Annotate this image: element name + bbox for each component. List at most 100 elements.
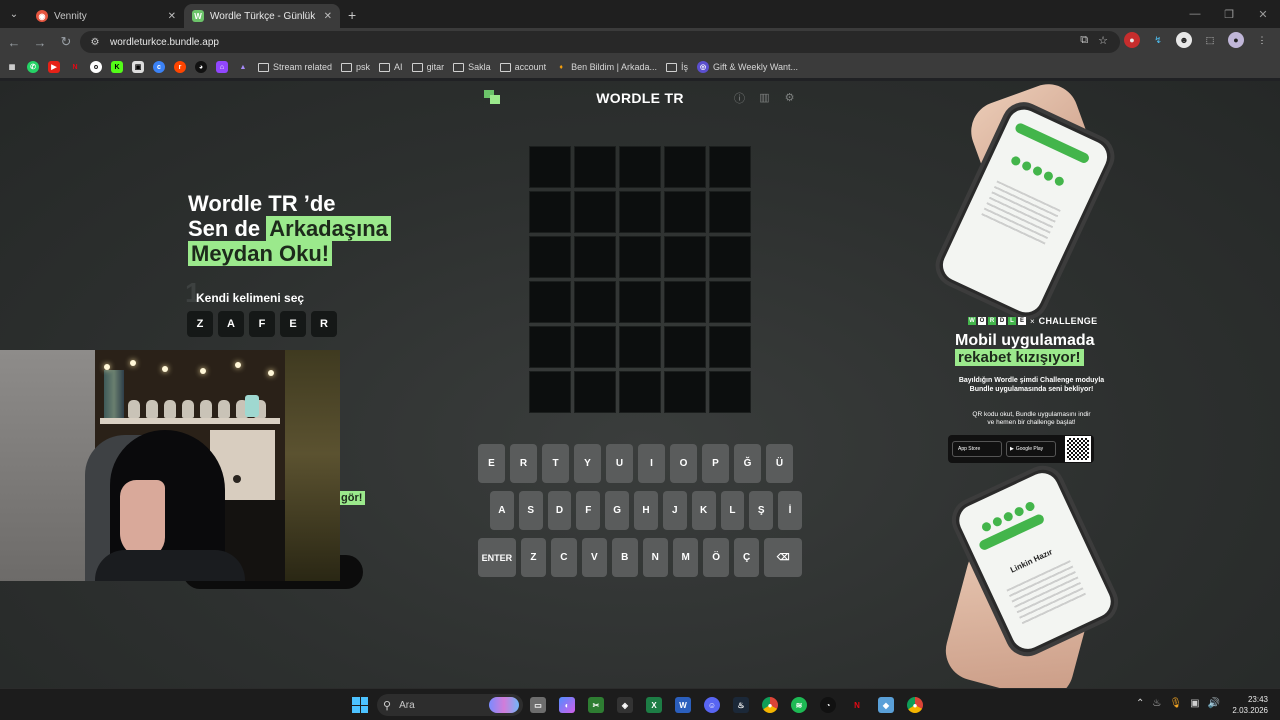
- letter-key[interactable]: M: [672, 538, 699, 577]
- netflix-bookmark-icon[interactable]: N: [69, 61, 81, 73]
- excel-icon[interactable]: X: [646, 697, 662, 713]
- bookmark-folder[interactable]: gitar: [411, 62, 444, 72]
- letter-key[interactable]: Ö: [703, 538, 729, 577]
- profile-avatar[interactable]: ●: [1228, 32, 1244, 48]
- twitch-icon[interactable]: ⌂: [216, 61, 228, 73]
- back-icon[interactable]: ←: [2, 30, 26, 54]
- close-tab-icon[interactable]: ✕: [324, 11, 332, 22]
- info-icon[interactable]: ⓘ: [733, 91, 746, 105]
- bookmark-icon[interactable]: o: [90, 61, 102, 73]
- chrome-active-icon[interactable]: ●: [907, 697, 923, 713]
- youtube-icon[interactable]: ▶: [48, 61, 60, 73]
- letter-key[interactable]: G: [605, 491, 630, 530]
- bookmark-folder[interactable]: Stream related: [258, 62, 332, 72]
- extension-translate-icon[interactable]: ↯: [1150, 32, 1166, 48]
- close-window-icon[interactable]: ✕: [1246, 0, 1280, 28]
- app-store-button[interactable]: App Store: [952, 441, 1002, 457]
- address-bar[interactable]: ⚙ wordleturkce.bundle.app ⧉ ☆: [80, 31, 1120, 53]
- letter-key[interactable]: P: [702, 444, 729, 483]
- steam-tray-icon[interactable]: ♨: [1152, 698, 1161, 709]
- reload-icon[interactable]: ↻: [54, 30, 78, 54]
- volume-icon[interactable]: 🔊: [1208, 698, 1220, 709]
- restore-icon[interactable]: ❐: [1212, 0, 1246, 28]
- letter-key[interactable]: D: [547, 491, 572, 530]
- settings-gear-icon[interactable]: ⚙: [783, 91, 796, 104]
- tab-search-button[interactable]: ⌄: [4, 4, 24, 24]
- letter-key[interactable]: S: [518, 491, 543, 530]
- extension-profile-icon[interactable]: ☻: [1176, 32, 1192, 48]
- speedtest-icon[interactable]: ◔: [820, 697, 836, 713]
- letter-key[interactable]: İ: [778, 491, 802, 530]
- davinci-icon[interactable]: ◈: [617, 697, 633, 713]
- bookmark-link[interactable]: ♦ Ben Bildim | Arkada...: [555, 61, 657, 73]
- task-view-icon[interactable]: ▭: [530, 697, 546, 713]
- close-tab-icon[interactable]: ✕: [168, 11, 176, 22]
- discord-icon[interactable]: ☺: [704, 697, 720, 713]
- bookmark-icon[interactable]: ▣: [132, 61, 144, 73]
- install-app-icon[interactable]: ⧉: [1080, 34, 1088, 47]
- letter-key[interactable]: J: [662, 491, 687, 530]
- github-icon[interactable]: ◕: [195, 61, 207, 73]
- letter-key[interactable]: Ü: [766, 444, 793, 483]
- letter-key[interactable]: Ç: [733, 538, 760, 577]
- snip-tool-icon[interactable]: ✂: [588, 697, 604, 713]
- letter-key[interactable]: Ğ: [734, 444, 761, 483]
- copilot-icon[interactable]: ◐: [559, 697, 575, 713]
- bookmark-folder[interactable]: Sakla: [453, 62, 491, 72]
- display-icon[interactable]: ▣: [1190, 698, 1199, 709]
- bookmark-link[interactable]: ◎ Gift & Weekly Want...: [697, 61, 798, 73]
- forward-icon[interactable]: →: [28, 30, 52, 54]
- minimize-icon[interactable]: —: [1178, 0, 1212, 28]
- letter-key[interactable]: Ş: [749, 491, 774, 530]
- app-icon[interactable]: ◆: [878, 697, 894, 713]
- tab-wordle[interactable]: W Wordle Türkçe - Günlük Kelime ✕: [184, 4, 340, 28]
- whatsapp-icon[interactable]: ✆: [27, 61, 39, 73]
- microphone-icon[interactable]: 🎙: [1169, 698, 1182, 709]
- netflix-icon[interactable]: N: [849, 697, 865, 713]
- reddit-icon[interactable]: r: [174, 61, 186, 73]
- backspace-key[interactable]: ⌫: [764, 538, 803, 577]
- taskbar-search[interactable]: ⚲ Ara: [377, 694, 523, 716]
- bookmark-icon[interactable]: ▲: [237, 61, 249, 73]
- enter-key[interactable]: ENTER: [478, 538, 516, 577]
- tab-vennity[interactable]: ◉ Vennity ✕: [28, 4, 184, 28]
- letter-key[interactable]: Z: [520, 538, 547, 577]
- kick-icon[interactable]: K: [111, 61, 123, 73]
- extension-red-icon[interactable]: ●: [1124, 32, 1140, 48]
- bookmark-folder[interactable]: İş: [666, 62, 688, 72]
- bookmark-icon[interactable]: c: [153, 61, 165, 73]
- letter-key[interactable]: K: [691, 491, 716, 530]
- letter-key[interactable]: U: [606, 444, 633, 483]
- extensions-puzzle-icon[interactable]: ⬚: [1202, 32, 1218, 48]
- bookmark-folder[interactable]: psk: [341, 62, 370, 72]
- letter-key[interactable]: Y: [574, 444, 601, 483]
- google-play-button[interactable]: ▶ Google Play: [1006, 441, 1056, 457]
- letter-key[interactable]: H: [634, 491, 658, 530]
- system-clock[interactable]: 23:43 2.03.2026: [1232, 694, 1268, 716]
- letter-key[interactable]: E: [478, 444, 505, 483]
- stats-icon[interactable]: ▥: [758, 91, 771, 104]
- letter-key[interactable]: O: [670, 444, 697, 483]
- steam-icon[interactable]: ♨: [733, 697, 749, 713]
- chevron-up-icon[interactable]: ⌃: [1136, 698, 1144, 709]
- bookmark-star-icon[interactable]: ☆: [1098, 34, 1108, 47]
- bookmark-folder[interactable]: AI: [379, 62, 403, 72]
- new-tab-button[interactable]: +: [348, 7, 356, 23]
- letter-key[interactable]: R: [510, 444, 537, 483]
- site-info-icon[interactable]: ⚙: [88, 35, 102, 49]
- letter-key[interactable]: V: [581, 538, 608, 577]
- letter-key[interactable]: I: [638, 444, 665, 483]
- letter-key[interactable]: A: [490, 491, 514, 530]
- spotify-icon[interactable]: ≋: [791, 697, 807, 713]
- apps-grid-icon[interactable]: ▦: [6, 61, 18, 73]
- letter-key[interactable]: C: [551, 538, 577, 577]
- start-button[interactable]: [352, 697, 368, 713]
- menu-icon[interactable]: ⋮: [1254, 32, 1270, 48]
- letter-key[interactable]: T: [542, 444, 569, 483]
- word-icon[interactable]: W: [675, 697, 691, 713]
- wordle-logo-icon[interactable]: [484, 90, 500, 104]
- letter-key[interactable]: L: [720, 491, 745, 530]
- letter-key[interactable]: B: [612, 538, 638, 577]
- url-text[interactable]: wordleturkce.bundle.app: [110, 37, 219, 48]
- letter-key[interactable]: N: [642, 538, 668, 577]
